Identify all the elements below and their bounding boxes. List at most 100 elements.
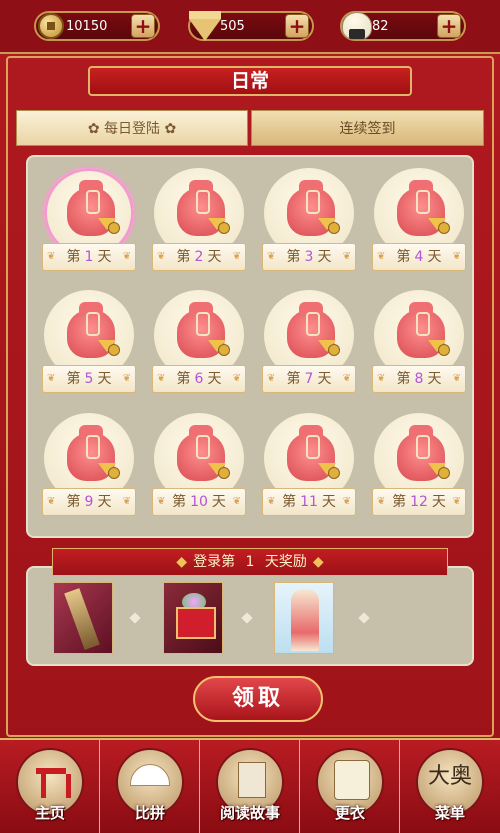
day-cell-6[interactable]: 第6天 [152,290,246,400]
nav-label: 主页 [34,804,65,822]
coin-icon [218,222,230,234]
day-number: 8 [414,371,424,387]
day-prefix: 第 [172,494,187,510]
day-suffix: 天 [427,371,442,387]
page-title: 日常 [88,66,412,96]
day-cell-12[interactable]: 第12天 [372,413,466,523]
day-label: 第7天 [262,365,356,393]
day-suffix: 天 [431,494,446,510]
coin-icon [328,222,340,234]
day-cell-9[interactable]: 第9天 [42,413,136,523]
tab-streak-signin[interactable]: 连续签到 [251,110,484,146]
day-prefix: 第 [176,371,191,387]
day-cell-5[interactable]: 第5天 [42,290,136,400]
day-cell-10[interactable]: 第10天 [152,413,246,523]
rice-ball-counter: 82 + [340,11,466,41]
day-number: 5 [84,371,94,387]
coin-icon [32,7,70,45]
day-prefix: 第 [396,249,411,265]
day-label: 第6天 [152,365,246,393]
day-label: 第2天 [152,243,246,271]
diamond-dot-icon: ◆ [312,554,324,570]
rice-ball-icon [338,7,376,45]
day-number: 1 [84,249,94,265]
day-number: 4 [414,249,424,265]
day-prefix: 第 [282,494,297,510]
tab-daily-login[interactable]: ✿ 每日登陆 ✿ [16,110,248,146]
gift-box-item[interactable] [163,582,223,654]
day-label: 第9天 [42,488,136,516]
diamond-dot-icon: ◆ [176,554,188,570]
day-prefix: 第 [396,371,411,387]
day-cell-7[interactable]: 第7天 [262,290,356,400]
day-suffix: 天 [317,249,332,265]
flower-icon: ✿ [87,121,104,137]
day-suffix: 天 [97,494,112,510]
coin-icon [328,467,340,479]
coin-icon [328,344,340,356]
day-suffix: 天 [207,249,222,265]
nav-item-compete[interactable]: 比拼 [100,740,200,833]
day-cell-4[interactable]: 第4天 [372,168,466,278]
day-prefix: 第 [176,249,191,265]
nav-label: 菜单 [434,804,465,822]
day-number: 3 [304,249,314,265]
day-suffix: 天 [427,249,442,265]
coin-icon [108,467,120,479]
day-label: 第10天 [152,488,246,516]
resource-bar: 10150 + 505 + 82 + [0,0,500,54]
hairpin-item[interactable] [53,582,113,654]
coin-counter: 10150 + [34,11,160,41]
day-prefix: 第 [66,371,81,387]
add-coin-button[interactable]: + [131,14,155,38]
day-number: 11 [300,494,318,510]
bottom-nav: 主页 比拼 阅读故事 更衣 大奥 菜单 [0,738,500,833]
coin-icon [438,467,450,479]
day-number: 10 [190,494,208,510]
reward-header: ◆ 登录第 1 天奖励 ◆ [52,548,448,576]
day-cell-8[interactable]: 第8天 [372,290,466,400]
tab-label: 每日登陆 [104,121,160,137]
day-number: 9 [84,494,94,510]
diamond-counter: 505 + [188,11,314,41]
nav-label: 阅读故事 [219,804,280,822]
nav-label: 比拼 [134,804,165,822]
reward-suffix: 天奖励 [264,554,307,570]
day-suffix: 天 [97,371,112,387]
nav-item-dressup[interactable]: 更衣 [300,740,400,833]
coin-icon [108,344,120,356]
day-cell-1[interactable]: 第1天 [42,168,136,278]
claim-button[interactable]: 领取 [193,676,323,722]
outfit-item[interactable] [274,582,334,654]
reward-prefix: 登录第 [193,554,236,570]
day-suffix: 天 [97,249,112,265]
reward-day: 1 [245,554,255,570]
day-prefix: 第 [66,249,81,265]
day-suffix: 天 [207,371,222,387]
day-label: 第1天 [42,243,136,271]
day-prefix: 第 [286,371,301,387]
day-prefix: 第 [286,249,301,265]
coin-icon [438,222,450,234]
day-label: 第11天 [262,488,356,516]
day-number: 2 [194,249,204,265]
day-number: 12 [410,494,428,510]
flower-icon: ✿ [160,121,177,137]
add-diamond-button[interactable]: + [285,14,309,38]
day-number: 6 [194,371,204,387]
day-cell-11[interactable]: 第11天 [262,413,356,523]
day-cell-2[interactable]: 第2天 [152,168,246,278]
day-cell-3[interactable]: 第3天 [262,168,356,278]
day-label: 第12天 [372,488,466,516]
day-suffix: 天 [321,494,336,510]
add-rice-ball-button[interactable]: + [437,14,461,38]
day-suffix: 天 [211,494,226,510]
day-label: 第5天 [42,365,136,393]
nav-item-story[interactable]: 阅读故事 [200,740,300,833]
coin-icon [218,344,230,356]
nav-item-menu[interactable]: 大奥 菜单 [400,740,500,833]
menu-glyph: 大奥 [428,764,473,789]
day-label: 第3天 [262,243,356,271]
day-suffix: 天 [317,371,332,387]
nav-item-home[interactable]: 主页 [0,740,100,833]
